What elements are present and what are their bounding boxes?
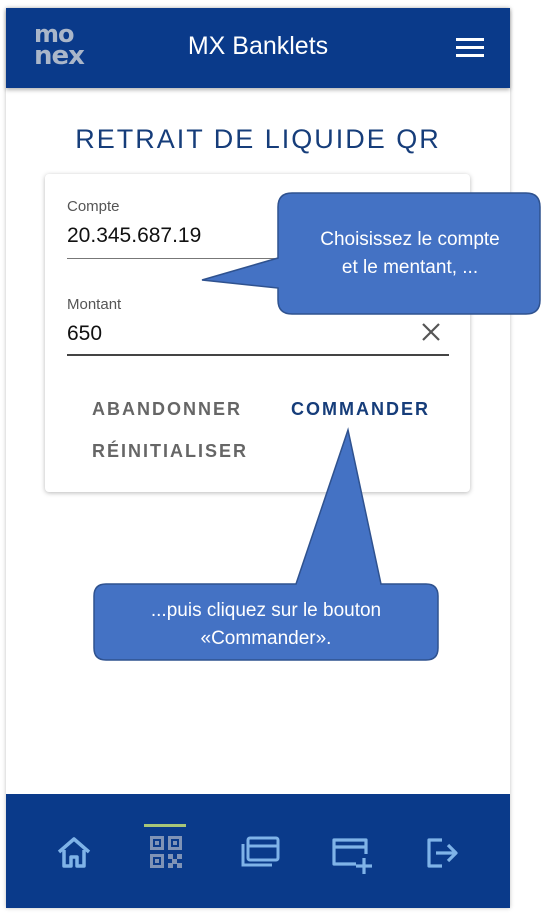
app-title: MX Banklets xyxy=(187,32,329,60)
amount-field[interactable]: 650 xyxy=(67,322,102,346)
menu-bar-2 xyxy=(456,46,484,49)
reset-button[interactable]: RÉINITIALISER xyxy=(92,441,248,462)
withdrawal-form-card: Compte 20.345.687.19 Montant 650 ABANDON… xyxy=(45,174,470,492)
account-field[interactable]: 20.345.687.19 xyxy=(67,224,201,248)
page-title: RETRAIT DE LIQUIDE QR xyxy=(75,124,441,154)
home-icon[interactable] xyxy=(54,832,94,872)
phone-screen: mo nex MX Banklets RETRAIT DE LIQUIDE QR… xyxy=(6,8,510,908)
logout-icon[interactable] xyxy=(422,832,462,872)
amount-label: Montant xyxy=(67,296,122,313)
menu-bar-3 xyxy=(456,54,484,57)
callout-top-line-2: et le mentant, ... xyxy=(341,257,479,278)
menu-icon[interactable] xyxy=(456,38,484,58)
callout-bottom-line-1: ...puis cliquez sur le bouton xyxy=(150,600,382,621)
active-tab-indicator xyxy=(144,824,186,827)
callout-bottom-text: ...puis cliquez sur le bouton «Commander… xyxy=(96,597,436,653)
callout-top-text: Choisissez le compte et le mentant, ... xyxy=(282,226,538,282)
bottom-nav-bar xyxy=(6,794,510,908)
add-card-icon[interactable] xyxy=(330,832,372,874)
qr-code-icon[interactable] xyxy=(146,832,186,872)
account-label: Compte xyxy=(67,198,120,215)
cards-stack-icon[interactable] xyxy=(238,832,280,872)
app-bar: mo nex MX Banklets xyxy=(6,8,510,88)
callout-bottom-line-2: «Commander». xyxy=(200,628,332,649)
close-icon[interactable] xyxy=(420,321,442,343)
menu-bar-1 xyxy=(456,38,484,41)
abandon-button[interactable]: ABANDONNER xyxy=(92,399,242,420)
order-button[interactable]: COMMANDER xyxy=(291,399,430,420)
callout-top-line-1: Choisissez le compte xyxy=(320,229,500,250)
amount-field-underline xyxy=(67,354,449,356)
